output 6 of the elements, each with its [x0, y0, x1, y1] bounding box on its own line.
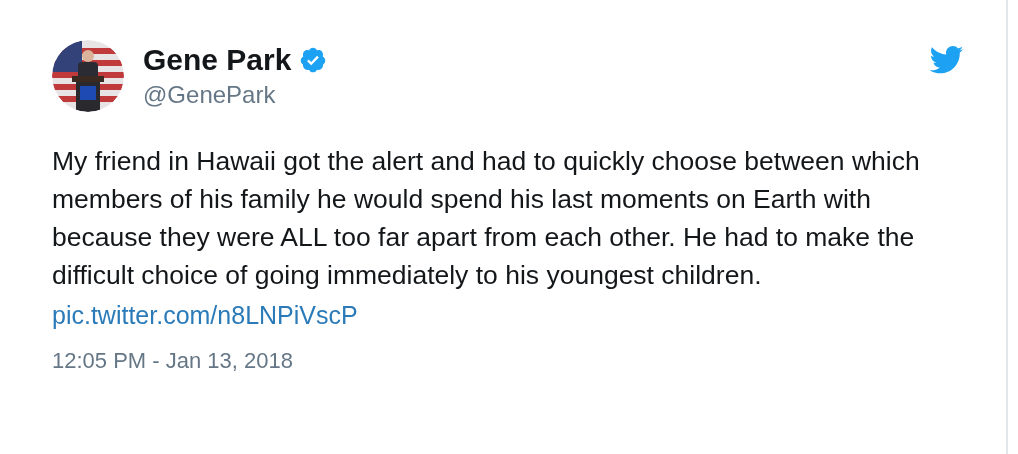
media-link[interactable]: pic.twitter.com/n8LNPiVscP — [52, 296, 358, 334]
tweet-text: My friend in Hawaii got the alert and had to quickly choose between which members of his family he would spend his last moments on Earth with because they were ALL too far apart from each other. He had to make the difficult choice of going immediately to his youngest children. — [52, 145, 921, 292]
bird-icon[interactable] — [930, 46, 964, 74]
author-name: Gene Park — [143, 42, 292, 78]
author-handle[interactable]: @GenePark — [143, 79, 328, 111]
tweet-timestamp[interactable]: 12:05 PM - Jan 13, 2018 — [52, 346, 293, 376]
